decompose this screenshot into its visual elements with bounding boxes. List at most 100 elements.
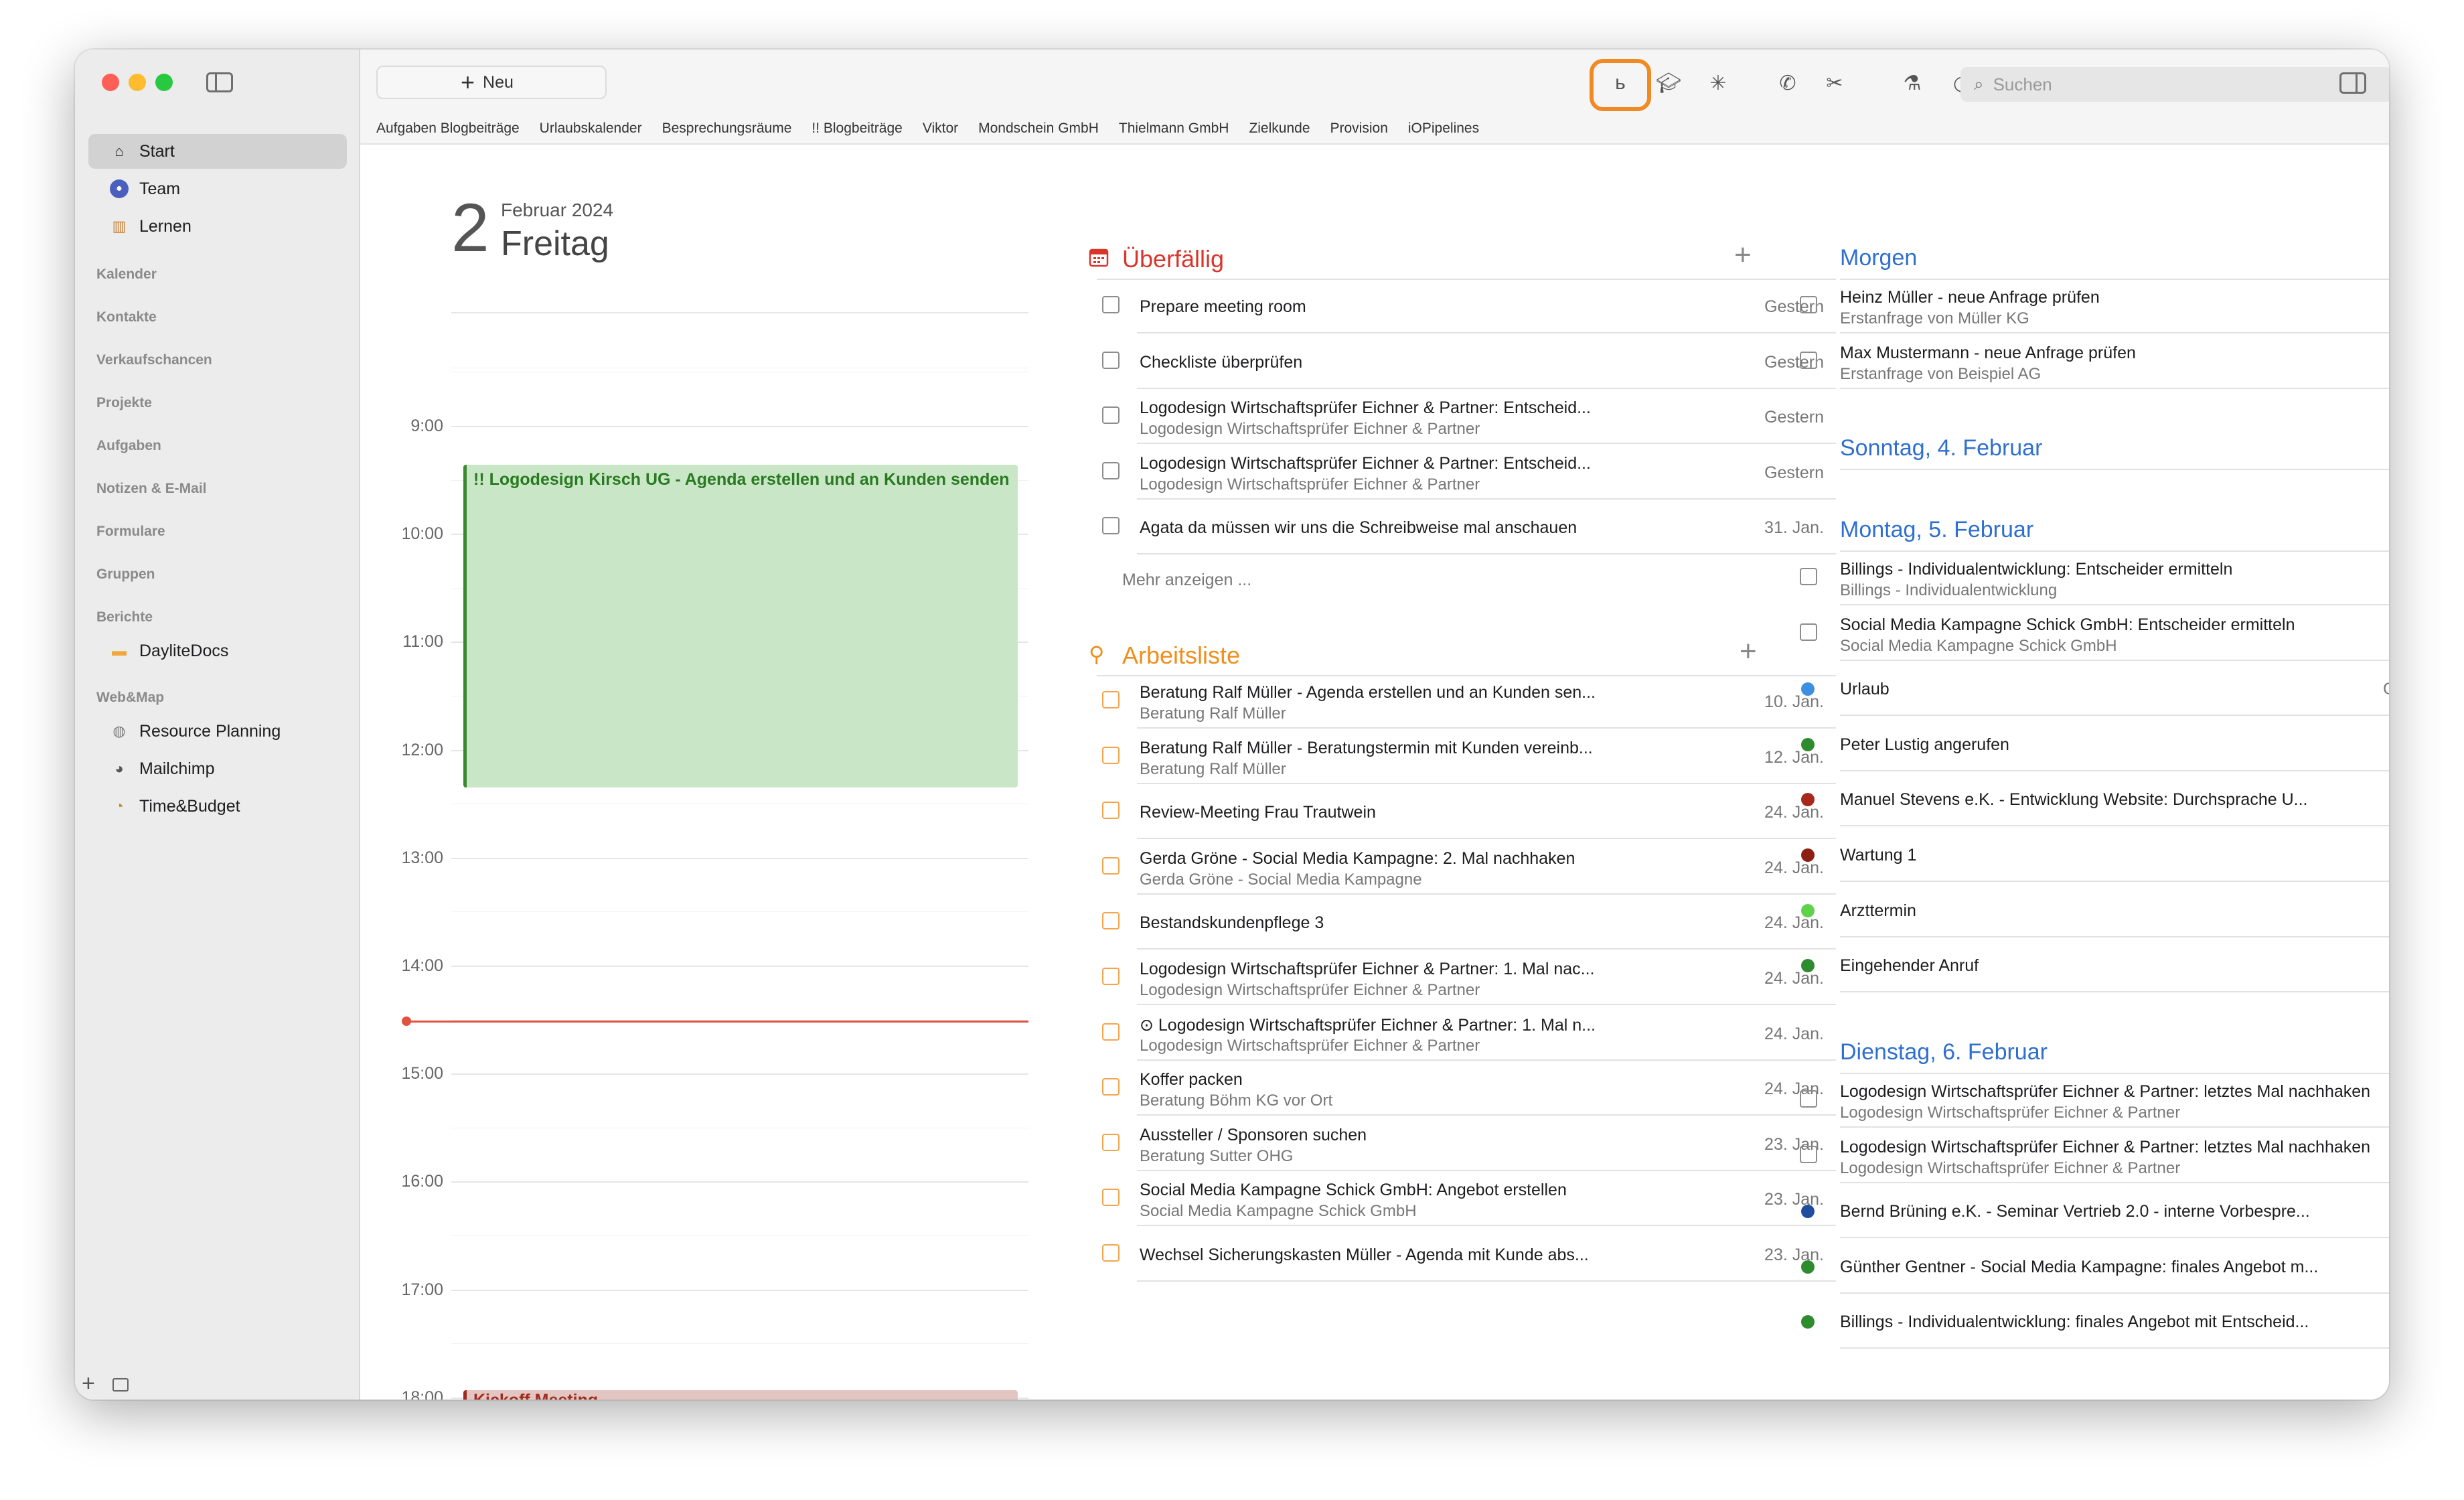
favorite-item[interactable]: Viktor (923, 121, 958, 137)
task-checkbox[interactable] (1102, 1023, 1120, 1041)
close-window-button[interactable] (102, 74, 119, 91)
calendar-small-icon[interactable] (112, 1378, 129, 1392)
sidebar-section-kalender[interactable]: Kalender (96, 267, 157, 283)
task-row[interactable]: Review-Meeting Frau Trautwein 24. Jan. (1097, 784, 1836, 840)
task-row[interactable]: Aussteller / Sponsoren suchen Beratung Su… (1097, 1116, 1836, 1171)
task-checkbox[interactable] (1800, 296, 1817, 313)
event-row[interactable]: Bernd Brüning e.K. - Seminar Vertrieb 2.… (1801, 1183, 2389, 1239)
task-row[interactable]: Logodesign Wirtschaftsprüfer Eichner & P… (1097, 389, 1836, 445)
task-row[interactable]: Billings - Individualentwicklung: Entsch… (1800, 550, 2389, 605)
task-checkbox[interactable] (1102, 1244, 1120, 1262)
sidebar-section-webmap[interactable]: Web&Map (96, 690, 164, 706)
task-checkbox[interactable] (1800, 351, 1817, 369)
add-icon[interactable]: + (82, 1371, 95, 1397)
task-row[interactable]: Agata da müssen wir uns die Schreibweise… (1097, 500, 1836, 555)
scissors-icon[interactable]: ✂ (1821, 70, 1848, 96)
favorite-item[interactable]: iOPipelines (1408, 121, 1479, 137)
task-checkbox[interactable] (1800, 1090, 1817, 1108)
task-row[interactable]: Logodesign Wirtschaftsprüfer Eichner & P… (1097, 950, 1836, 1005)
task-checkbox[interactable] (1102, 1133, 1120, 1151)
task-row[interactable]: Heinz Müller - neue Anfrage prüfen Erstan… (1800, 279, 2389, 333)
show-more-link[interactable]: Mehr anzeigen ... (1122, 571, 1251, 590)
sidebar-toggle-icon[interactable] (206, 72, 233, 92)
sidebar-section-kontakte[interactable]: Kontakte (96, 309, 157, 325)
task-row[interactable]: Bestandskundenpflege 3 24. Jan. (1097, 895, 1836, 950)
sidebar-item-mailchimp[interactable]: ◕ Mailchimp (88, 751, 347, 786)
task-row[interactable]: Social Media Kampagne Schick GmbH: Angeb… (1097, 1171, 1836, 1227)
task-checkbox[interactable] (1102, 912, 1120, 930)
event-row[interactable]: Wartung 1 11:00 (1801, 827, 2389, 882)
search-field[interactable]: ⌕ Suchen (1960, 67, 2389, 102)
pipette-icon[interactable]: ⚗ (1899, 70, 1926, 96)
favorite-item[interactable]: Mondschein GmbH (978, 121, 1099, 137)
task-checkbox[interactable] (1800, 568, 1817, 585)
task-checkbox[interactable] (1102, 746, 1120, 764)
sidebar-item-time-budget[interactable]: ◔ Time&Budget (88, 789, 347, 824)
task-row[interactable]: Wechsel Sicherungskasten Müller - Agenda… (1097, 1227, 1836, 1282)
event-row[interactable]: Manuel Stevens e.K. - Entwicklung Websit… (1801, 771, 2389, 827)
favorite-item[interactable]: Zielkunde (1249, 121, 1310, 137)
favorite-item[interactable]: Besprechungsräume (662, 121, 792, 137)
task-checkbox[interactable] (1102, 1189, 1120, 1207)
sidebar-item-team[interactable]: ● Team (88, 171, 347, 206)
sidebar-item-resource-planning[interactable]: ◍ Resource Planning (88, 714, 347, 749)
minimize-window-button[interactable] (129, 74, 146, 91)
right-panel-toggle-icon[interactable] (2339, 72, 2366, 94)
sidebar-section-gruppen[interactable]: Gruppen (96, 567, 155, 583)
task-checkbox[interactable] (1800, 623, 1817, 641)
task-checkbox[interactable] (1800, 1145, 1817, 1163)
sparkle-icon[interactable]: ✳ (1705, 70, 1731, 96)
sidebar-section-formulare[interactable]: Formulare (96, 524, 165, 540)
task-row[interactable]: Logodesign Wirtschaftsprüfer Eichner & P… (1800, 1128, 2389, 1183)
all-day-area[interactable] (451, 312, 1028, 368)
add-worklist-button[interactable]: + (1740, 635, 1757, 668)
favorite-item[interactable]: Thielmann GmbH (1119, 121, 1229, 137)
task-row[interactable]: Koffer packen Beratung Böhm KG vor Ort 24.… (1097, 1061, 1836, 1116)
phone-icon[interactable]: ✆ (1774, 70, 1801, 96)
event-row[interactable]: Urlaub Ganztags (1801, 661, 2389, 717)
calendar-event[interactable]: Kickoff Meeting (463, 1390, 1018, 1400)
task-row[interactable]: Logodesign Wirtschaftsprüfer Eichner & P… (1097, 445, 1836, 500)
sidebar-section-verkaufschancen[interactable]: Verkaufschancen (96, 352, 212, 368)
calendar-event[interactable]: !! Logodesign Kirsch UG - Agenda erstell… (463, 465, 1018, 788)
task-checkbox[interactable] (1102, 406, 1120, 425)
task-row[interactable]: Gerda Gröne - Social Media Kampagne: 2. … (1097, 840, 1836, 895)
event-row[interactable]: Peter Lustig angerufen 09:30 (1801, 717, 2389, 771)
task-checkbox[interactable] (1102, 351, 1120, 369)
task-checkbox[interactable] (1102, 517, 1120, 535)
favorite-item[interactable]: Provision (1330, 121, 1388, 137)
sidebar-item-lernen[interactable]: ▥ Lernen (88, 209, 347, 244)
task-row[interactable]: Beratung Ralf Müller - Agenda erstellen … (1097, 674, 1836, 729)
add-overdue-button[interactable]: + (1734, 238, 1752, 272)
sidebar-section-aufgaben[interactable]: Aufgaben (96, 438, 161, 454)
graduation-cap-icon[interactable]: 🎓︎ (1655, 70, 1682, 96)
favorite-item[interactable]: Aufgaben Blogbeiträge (376, 121, 520, 137)
task-row[interactable]: Logodesign Wirtschaftsprüfer Eichner & P… (1800, 1073, 2389, 1128)
sidebar-section-projekte[interactable]: Projekte (96, 395, 152, 411)
task-checkbox[interactable] (1102, 691, 1120, 708)
event-row[interactable]: Arzttermin 16:30 (1801, 883, 2389, 937)
task-row[interactable]: Beratung Ralf Müller - Beratungstermin m… (1097, 729, 1836, 784)
new-button[interactable]: + Neu (376, 66, 607, 99)
task-row[interactable]: Max Mustermann - neue Anfrage prüfen Erst… (1800, 334, 2389, 389)
task-checkbox[interactable] (1102, 296, 1120, 313)
task-checkbox[interactable] (1102, 461, 1120, 479)
event-row[interactable]: Eingehender Anruf 17:00 (1801, 937, 2389, 993)
sidebar-section-berichte[interactable]: Berichte (96, 609, 153, 625)
task-checkbox[interactable] (1102, 968, 1120, 985)
task-row[interactable]: ⊙ Logodesign Wirtschaftsprüfer Eichner &… (1097, 1006, 1836, 1061)
task-checkbox[interactable] (1102, 1078, 1120, 1096)
sidebar-item-daylitedocs[interactable]: ▬ DayliteDocs (88, 633, 347, 668)
maximize-window-button[interactable] (155, 74, 173, 91)
task-checkbox[interactable] (1102, 856, 1120, 875)
task-row[interactable]: Checkliste überprüfen Gestern (1097, 334, 1836, 389)
favorite-item[interactable]: Urlaubskalender (540, 121, 642, 137)
task-row[interactable]: Social Media Kampagne Schick GmbH: Entsc… (1800, 606, 2389, 661)
sidebar-item-start[interactable]: ⌂ Start (88, 134, 347, 169)
task-row[interactable]: Prepare meeting room Gestern (1097, 279, 1836, 333)
event-row[interactable]: Günther Gentner - Social Media Kampagne:… (1801, 1239, 2389, 1294)
daylite-icon[interactable]: ь (1607, 70, 1634, 96)
favorite-item[interactable]: !! Blogbeiträge (812, 121, 902, 137)
event-row[interactable]: Billings - Individualentwicklung: finale… (1801, 1294, 2389, 1349)
task-checkbox[interactable] (1102, 802, 1120, 820)
